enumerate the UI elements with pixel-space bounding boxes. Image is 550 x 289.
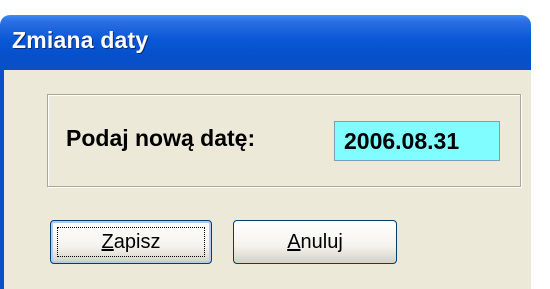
save-button-label: Zapisz	[102, 231, 161, 253]
cancel-accelerator: A	[287, 230, 301, 253]
date-input[interactable]	[334, 121, 500, 161]
cancel-label-rest: nuluj	[300, 230, 343, 253]
save-button[interactable]: Zapisz	[50, 220, 212, 264]
cancel-button-label: Anuluj	[287, 231, 343, 253]
window-title: Zmiana daty	[12, 27, 149, 53]
dialog-body: Podaj nową datę: Zapisz Anuluj	[0, 70, 531, 289]
title-bar[interactable]: Zmiana daty	[0, 15, 531, 70]
date-label: Podaj nową datę:	[66, 125, 256, 151]
save-accelerator: Z	[101, 230, 114, 253]
save-label-rest: apisz	[113, 230, 161, 253]
date-change-dialog: Zmiana daty Podaj nową datę: Zapisz Anul…	[0, 0, 550, 289]
date-group-panel: Podaj nową datę:	[47, 94, 521, 187]
cancel-button[interactable]: Anuluj	[233, 220, 397, 264]
